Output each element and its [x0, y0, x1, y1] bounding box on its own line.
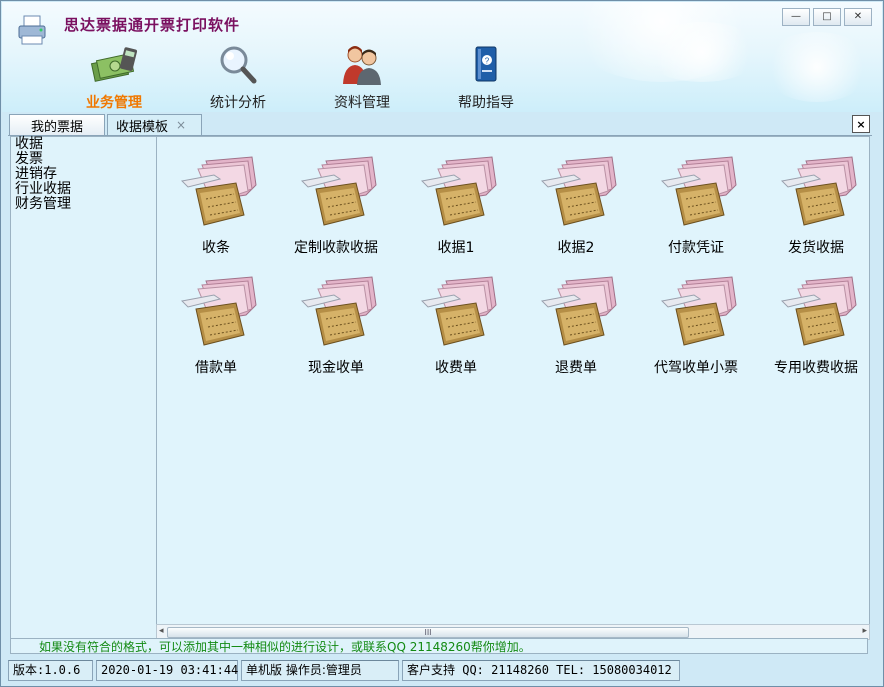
template-tile[interactable]: 代驾收单小票: [641, 261, 751, 376]
template-tile[interactable]: 专用收费收据: [761, 261, 869, 376]
receipt-book-icon: [780, 156, 857, 226]
receipt-book-icon: [180, 276, 257, 346]
hint-text: 如果没有符合的格式，可以添加其中一种相似的进行设计，或联系QQ 21148260…: [10, 638, 868, 654]
template-label: 专用收费收据: [774, 360, 858, 376]
nav-business-management[interactable]: 业务管理: [52, 42, 176, 112]
category-item[interactable]: 行业收据: [11, 182, 156, 197]
window-controls: — □ ✕: [779, 8, 872, 26]
tab-label: 我的票据: [30, 119, 83, 135]
receipt-book-icon: [540, 156, 617, 226]
template-tile[interactable]: 退费单: [521, 261, 631, 376]
template-label: 收条: [202, 240, 230, 256]
minimize-button[interactable]: —: [782, 8, 810, 26]
receipt-book-icon: [300, 276, 377, 346]
tab-close-icon[interactable]: ×: [176, 118, 186, 132]
receipt-book-icon: [660, 156, 737, 226]
template-label: 退费单: [555, 360, 597, 376]
nav-label: 资料管理: [334, 95, 390, 111]
tab-receipt-templates[interactable]: 收据模板 ×: [107, 114, 202, 135]
magnifier-icon: [220, 46, 257, 84]
status-support: 客户支持 QQ: 21148260 TEL: 15080034012: [402, 660, 680, 681]
category-item[interactable]: 进销存: [11, 167, 156, 182]
template-label: 定制收款收据: [294, 240, 378, 256]
app-title: 思达票据通开票打印软件: [64, 16, 241, 34]
nav-label: 帮助指导: [458, 95, 514, 111]
template-tile[interactable]: 收据1: [401, 141, 511, 256]
nav-data-management[interactable]: 资料管理: [300, 42, 424, 112]
template-label: 收据2: [557, 240, 595, 256]
receipt-book-icon: [660, 276, 737, 346]
panel-close-button[interactable]: ×: [852, 115, 870, 133]
tab-my-bills[interactable]: 我的票据: [9, 114, 105, 135]
template-tile[interactable]: 收据2: [521, 141, 631, 256]
main-nav: 业务管理 统计分析 资料管理 ? 帮助指导: [52, 42, 548, 112]
help-book-icon: ?: [475, 46, 497, 82]
tab-label: 收据模板: [116, 119, 169, 135]
category-item[interactable]: 发票: [11, 152, 156, 167]
template-label: 收费单: [435, 360, 477, 376]
grip-icon: III: [424, 628, 432, 637]
receipt-book-icon: [300, 156, 377, 226]
printer-app-icon: [18, 15, 46, 45]
template-tile[interactable]: 现金收单: [281, 261, 391, 376]
template-label: 代驾收单小票: [654, 360, 738, 376]
nav-help[interactable]: ? 帮助指导: [424, 42, 548, 112]
receipt-book-icon: [780, 276, 857, 346]
category-item[interactable]: 收据: [11, 137, 156, 152]
money-calculator-icon: [90, 47, 138, 82]
close-window-button[interactable]: ✕: [844, 8, 872, 26]
status-operator: 单机版 操作员:管理员: [241, 660, 399, 681]
scroll-right-icon[interactable]: ▸: [862, 626, 867, 636]
template-tile[interactable]: 定制收款收据: [281, 141, 391, 256]
category-item[interactable]: 财务管理: [11, 197, 156, 212]
status-datetime: 2020-01-19 03:41:44: [96, 660, 238, 681]
receipt-book-icon: [540, 276, 617, 346]
nav-label: 统计分析: [210, 95, 266, 111]
status-version: 版本:1.0.6: [8, 660, 93, 681]
template-label: 发货收据: [788, 240, 844, 256]
status-bar: 版本:1.0.6 2020-01-19 03:41:44 单机版 操作员:管理员…: [8, 660, 876, 682]
template-grid: 收条 定制收款收据 收据1 收据2 付款凭证 发货收据 借款单 现金收单 收费单…: [156, 136, 870, 626]
nav-label: 业务管理: [86, 95, 142, 111]
template-tile[interactable]: 收条: [161, 141, 271, 256]
template-label: 付款凭证: [668, 240, 724, 256]
restore-button[interactable]: □: [813, 8, 841, 26]
scroll-left-icon[interactable]: ◂: [159, 626, 164, 636]
receipt-book-icon: [180, 156, 257, 226]
header-banner: 思达票据通开票打印软件 — □ ✕ 业务管理 统计分析 资料管理 ? 帮助指导: [2, 2, 882, 112]
template-tile[interactable]: 发货收据: [761, 141, 869, 256]
template-tile[interactable]: 借款单: [161, 261, 271, 376]
tab-bar: 我的票据 收据模板 ×: [8, 113, 872, 136]
template-label: 现金收单: [308, 360, 364, 376]
people-icon: [343, 46, 381, 85]
nav-statistics[interactable]: 统计分析: [176, 42, 300, 112]
category-tree: 收据 发票 进销存 行业收据 财务管理: [10, 136, 157, 639]
template-tile[interactable]: 付款凭证: [641, 141, 751, 256]
receipt-book-icon: [420, 276, 497, 346]
scrollbar-thumb[interactable]: III: [167, 627, 689, 638]
template-tile[interactable]: 收费单: [401, 261, 511, 376]
template-label: 收据1: [437, 240, 475, 256]
svg-text:?: ?: [485, 57, 490, 66]
receipt-book-icon: [420, 156, 497, 226]
app-window: 思达票据通开票打印软件 — □ ✕ 业务管理 统计分析 资料管理 ? 帮助指导 …: [0, 0, 884, 687]
template-label: 借款单: [195, 360, 237, 376]
